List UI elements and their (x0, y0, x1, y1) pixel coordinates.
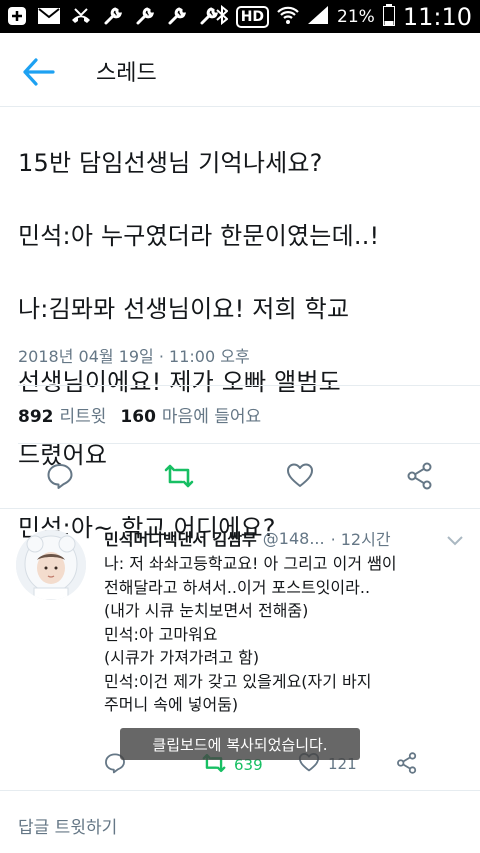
reply-time: · 12시간 (330, 530, 391, 549)
tweet-actions (0, 458, 480, 500)
reply-tweet[interactable]: 민석머니백댄서 김쌈무 @148... · 12시간 나: 저 솨솨고등학교요!… (0, 512, 480, 787)
reply-line: 주머니 속에 넣어둠) (104, 695, 239, 714)
divider (18, 443, 480, 444)
reply-compose-placeholder[interactable]: 답글 트윗하기 (18, 813, 117, 838)
missed-call-icon (70, 5, 92, 27)
signal-icon (307, 5, 329, 29)
clock: 11:10 (402, 2, 472, 31)
tweet-line: 15반 담임선생님 기억나세요? (18, 148, 323, 177)
like-heart-icon[interactable] (286, 462, 316, 492)
wrench-icon (166, 5, 188, 27)
avatar[interactable] (16, 530, 86, 600)
bluetooth-icon (216, 4, 229, 29)
tweet-line: 민석:아 누구였더라 한문이였는데..! (18, 221, 380, 250)
chevron-down-icon[interactable] (446, 532, 464, 546)
reply-line: 나: 저 솨솨고등학교요! 아 그리고 이거 쌤이 (104, 554, 397, 573)
toast-message: 클립보드에 복사되었습니다. (120, 728, 360, 760)
retweet-count[interactable]: 892 (18, 407, 54, 427)
reply-compose-bar[interactable]: 답글 트윗하기 (0, 790, 480, 853)
share-icon[interactable] (406, 462, 436, 492)
mail-icon (38, 5, 60, 27)
reply-author-name[interactable]: 민석머니백댄서 김쌈무 (104, 526, 257, 550)
reply-header: 민석머니백댄서 김쌈무 @148... · 12시간 (104, 526, 391, 550)
tweet-stats: 892 리트윗 160 마음에 들어요 (18, 402, 261, 427)
hd-voice-badge: HD (235, 5, 270, 28)
reply-line: 전해달라고 하셔서..이거 포스트잇이라.. (104, 577, 371, 597)
battery-percent: 21% (337, 6, 375, 27)
page-title: 스레드 (96, 61, 157, 86)
reply-line: (시큐가 가져가려고 함) (104, 648, 260, 667)
wifi-icon (277, 5, 299, 29)
status-bar: HD 21% 11:10 (0, 0, 480, 33)
divider (0, 508, 480, 509)
add-notification-icon (6, 5, 28, 27)
tweet-line: 선생님이에요! 제가 오빠 앨범도 (18, 367, 341, 396)
like-label[interactable]: 마음에 들어요 (162, 402, 261, 427)
retweet-icon[interactable] (164, 462, 194, 492)
app-header: 스레드 (0, 33, 480, 107)
tweet-line: 나:김뫄뫄 선생님이요! 저희 학교 (18, 294, 350, 323)
reply-line: 민석:아 고마워요 (104, 624, 218, 644)
reply-text: 나: 저 솨솨고등학교요! 아 그리고 이거 쌤이 전해달라고 하셔서..이거 … (104, 552, 397, 717)
retweet-label[interactable]: 리트윗 (60, 402, 107, 427)
like-count[interactable]: 160 (120, 407, 156, 427)
reply-icon[interactable] (46, 462, 76, 492)
reply-author-handle[interactable]: @148... (263, 529, 325, 548)
reply-line: 민석:이건 제가 갖고 있을게요(자기 바지 (104, 671, 372, 691)
wrench-icon (134, 5, 156, 27)
reply-line: (내가 시큐 눈치보면서 전해줌) (104, 601, 309, 620)
battery-icon (382, 3, 395, 30)
tweet-timestamp: 2018년 04월 19일 · 11:00 오후 (18, 347, 250, 366)
back-arrow-icon[interactable] (22, 57, 56, 87)
share-icon[interactable] (396, 752, 418, 774)
wrench-icon (102, 5, 124, 27)
divider (18, 385, 480, 386)
